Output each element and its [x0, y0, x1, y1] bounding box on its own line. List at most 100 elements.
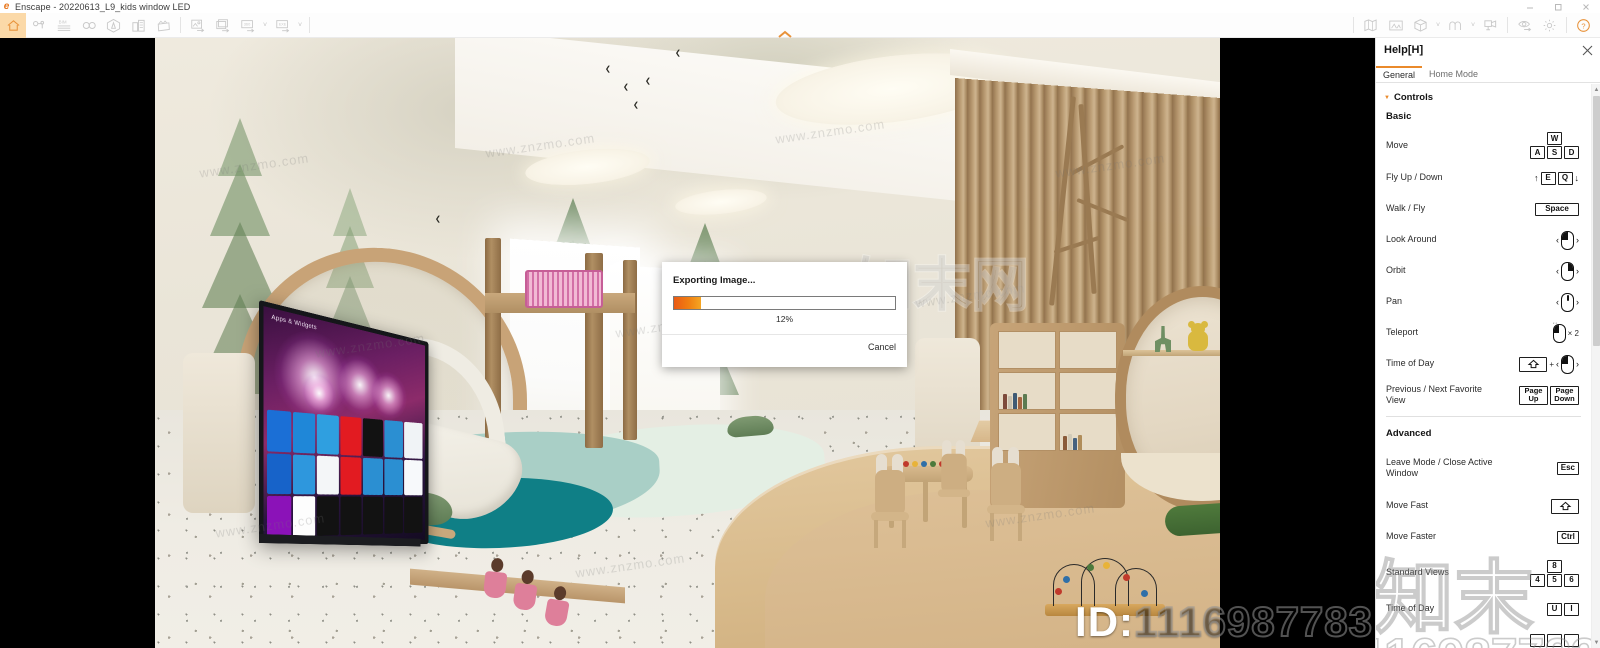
help-icon[interactable]: ?	[1571, 13, 1596, 38]
help-scrollbar[interactable]: ▲ ▼	[1591, 84, 1600, 648]
key-placeholder[interactable]	[1530, 633, 1545, 647]
settings-gear-icon[interactable]	[1537, 13, 1562, 38]
tv-app-tile	[362, 496, 383, 535]
chair-back	[991, 463, 1021, 509]
key-q[interactable]: Q	[1557, 171, 1573, 185]
export-exe-caret-icon[interactable]: ˅	[295, 13, 305, 38]
white-mode-icon[interactable]	[1408, 13, 1433, 38]
key-s[interactable]: S	[1547, 146, 1562, 159]
chair-leg	[1018, 513, 1022, 541]
main-toolbar: BIM 360 ˅ EXE ˅ ˅ ˅ ?	[0, 12, 1600, 38]
mouse-left-double-click-icon: ··	[1552, 320, 1566, 343]
shift-key-icon[interactable]	[1519, 356, 1548, 372]
tv-app-tile	[404, 459, 423, 496]
close-icon[interactable]	[1580, 43, 1594, 57]
controls-section-header[interactable]: ▼ Controls	[1384, 92, 1583, 103]
building-icon[interactable]	[126, 13, 151, 38]
video-editor-icon[interactable]	[151, 13, 176, 38]
key-d[interactable]: D	[1564, 146, 1579, 159]
atmosphere-caret-icon[interactable]: ˅	[1468, 13, 1478, 38]
help-row-orbit: Orbit ‹ ›	[1384, 259, 1583, 283]
title-bar: e Enscape - 20220613_L9_kids window LED	[0, 0, 1600, 13]
key-space[interactable]: Space	[1535, 202, 1579, 216]
export-panorama-caret-icon[interactable]: ˅	[260, 13, 270, 38]
key-8[interactable]: 8	[1547, 559, 1562, 573]
minimize-button[interactable]	[1516, 0, 1544, 13]
row-keys: ‹ ›	[1496, 261, 1583, 281]
tv-app-tile	[362, 418, 383, 457]
scroll-down-arrow-icon[interactable]: ▼	[1592, 637, 1600, 648]
vr-headset-icon[interactable]	[76, 13, 101, 38]
atmosphere-icon[interactable]	[1443, 13, 1468, 38]
white-mode-caret-icon[interactable]: ˅	[1433, 13, 1443, 38]
doll-head	[490, 557, 504, 573]
svg-text:?: ?	[1581, 21, 1585, 30]
help-row-move-fast: Move Fast	[1384, 494, 1583, 518]
tv-app-tile	[384, 497, 404, 534]
arrow-up-icon: ↑	[1534, 173, 1539, 183]
enscape-window: e Enscape - 20220613_L9_kids window LED …	[0, 0, 1600, 648]
key-page-up[interactable]: Page Up	[1519, 385, 1548, 405]
export-batch-icon[interactable]	[210, 13, 235, 38]
key-placeholder[interactable]	[1564, 633, 1579, 647]
key-placeholder[interactable]	[1547, 633, 1562, 647]
help-row-teleport: Teleport ·· × 2	[1384, 320, 1583, 345]
chevron-down-icon[interactable]: ▼	[1384, 95, 1390, 101]
mouse-middle-button-icon	[1561, 292, 1574, 312]
key-e[interactable]: E	[1540, 171, 1556, 185]
home-icon[interactable]	[0, 12, 26, 38]
location-icon[interactable]	[26, 13, 51, 38]
row-keys: Ctrl	[1496, 530, 1583, 544]
collapse-toolbar-chevron-icon[interactable]	[775, 28, 795, 40]
view-management-icon[interactable]	[1383, 13, 1408, 38]
key-u[interactable]: U	[1547, 602, 1562, 616]
tab-general[interactable]: General	[1376, 66, 1423, 82]
tv-app-tile	[340, 416, 362, 456]
visual-settings-icon[interactable]	[1512, 13, 1537, 38]
key-i[interactable]: I	[1564, 602, 1579, 616]
toy-block	[903, 461, 909, 467]
scrollbar-thumb[interactable]	[1593, 96, 1600, 346]
key-ctrl[interactable]: Ctrl	[1557, 530, 1579, 544]
progress-bar	[673, 296, 896, 310]
shelf-cell	[1059, 372, 1117, 410]
key-6[interactable]: 6	[1564, 573, 1579, 587]
key-page-down[interactable]: Page Down	[1550, 385, 1579, 405]
key-a[interactable]: A	[1530, 146, 1545, 159]
tv-screen-label: Apps & Widgets	[271, 313, 317, 332]
map-icon[interactable]	[1358, 13, 1383, 38]
row-keys: ·· × 2	[1496, 320, 1583, 343]
row-keys: U I	[1496, 602, 1583, 616]
asset-library-icon[interactable]	[101, 13, 126, 38]
key-esc[interactable]: Esc	[1556, 461, 1579, 475]
shift-key-icon[interactable]	[1551, 498, 1579, 514]
row-keys: ↑ E Q ↓	[1496, 171, 1583, 185]
key-4[interactable]: 4	[1530, 573, 1545, 587]
bim-icon[interactable]: BIM	[51, 13, 76, 38]
chair-back	[941, 453, 967, 493]
tab-home-mode[interactable]: Home Mode	[1422, 66, 1485, 82]
tv-app-tile	[340, 456, 362, 496]
chair-seat	[937, 489, 971, 498]
key-5[interactable]: 5	[1547, 573, 1562, 587]
help-row-pan: Pan ‹ ›	[1384, 290, 1583, 314]
projection-icon[interactable]	[1478, 13, 1503, 38]
section-divider	[1386, 416, 1581, 417]
pink-climbing-net	[525, 270, 603, 308]
app-logo-icon: e	[3, 1, 10, 12]
keyrow-top: W	[1546, 132, 1563, 145]
key-w[interactable]: W	[1546, 132, 1563, 145]
toolbar-divider	[180, 17, 181, 33]
row-label: Previous / Next Favorite View	[1386, 383, 1483, 406]
export-image-icon[interactable]	[185, 13, 210, 38]
export-exe-icon[interactable]: EXE	[270, 13, 295, 38]
arrow-down-icon: ↓	[1574, 173, 1580, 183]
tv-app-tile	[384, 420, 404, 458]
right-paren: ›	[1576, 359, 1579, 369]
cancel-button[interactable]: Cancel	[868, 342, 896, 352]
export-panorama-icon[interactable]: 360	[235, 13, 260, 38]
maximize-button[interactable]	[1544, 0, 1572, 13]
close-button[interactable]	[1572, 0, 1600, 13]
scroll-up-arrow-icon[interactable]: ▲	[1592, 84, 1600, 95]
row-label: Move Fast	[1386, 500, 1429, 511]
